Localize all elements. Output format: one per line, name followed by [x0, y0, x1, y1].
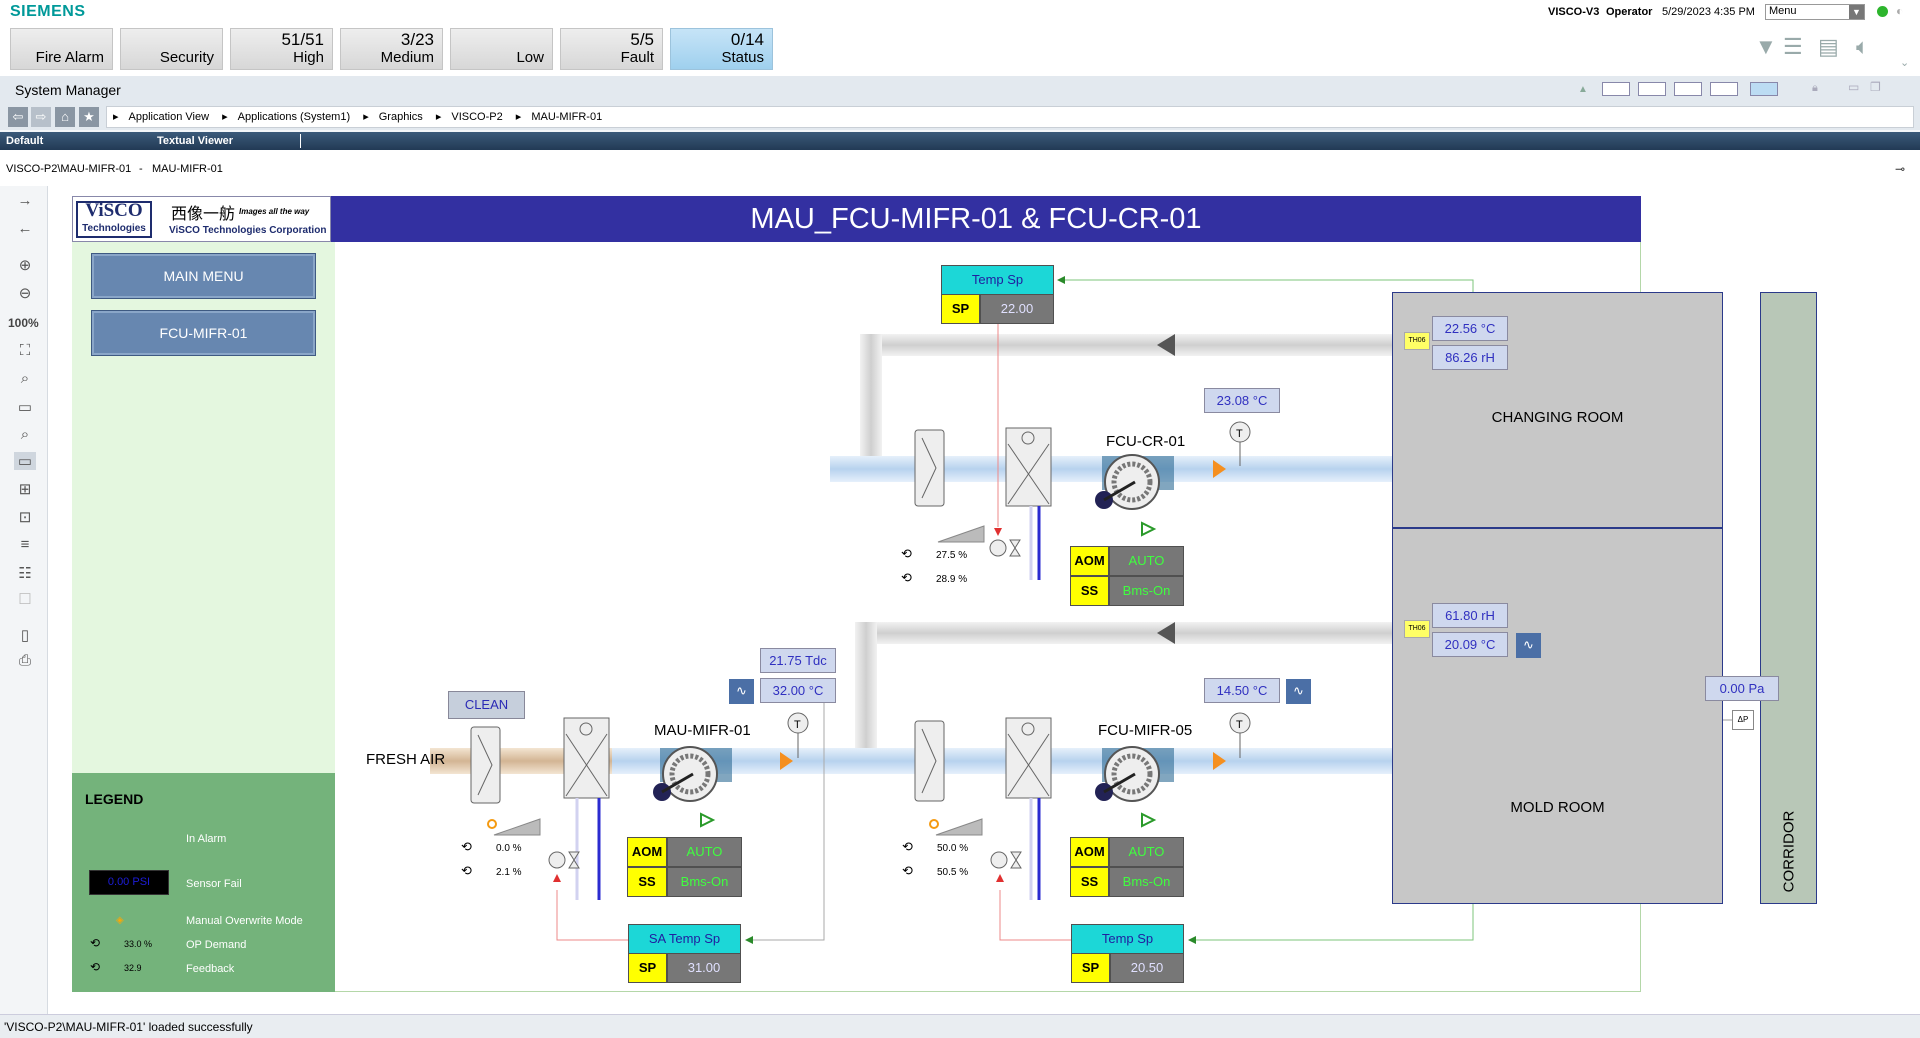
th-sensor-changing[interactable]: TH06: [1404, 332, 1430, 350]
status-bar: 'VISCO-P2\MAU-MIFR-01' loaded successful…: [0, 1014, 1920, 1038]
mau-setpoint-value[interactable]: 31.00: [667, 953, 741, 983]
aom-label: AOM: [1070, 837, 1109, 867]
coil-icon: [563, 717, 610, 799]
valve-icon: [989, 539, 1021, 557]
signal-arrow-icon: [745, 936, 753, 944]
fan-icon: [1095, 746, 1174, 802]
svg-text:T: T: [1236, 428, 1243, 440]
mau-supply-temp[interactable]: 32.00 °C: [760, 678, 836, 703]
differential-pressure-sensor-icon[interactable]: ΔP: [1732, 710, 1754, 730]
fcu-cr-01-label: FCU-CR-01: [1106, 433, 1186, 450]
fcu-cr-setpoint-label: Temp Sp: [941, 265, 1054, 295]
valve-icon: [548, 851, 580, 869]
signal-arrow-icon: [994, 528, 1002, 536]
fcu-mifr-ss-value[interactable]: Bms-On: [1109, 867, 1184, 897]
manual-override-icon: [487, 819, 497, 829]
svg-text:T: T: [794, 719, 801, 731]
valve-position-ramp-icon: [937, 525, 985, 543]
signal-arrow-icon: [1188, 936, 1196, 944]
clean-status[interactable]: CLEAN: [448, 691, 525, 719]
changing-room-temp[interactable]: 22.56 °C: [1432, 316, 1508, 341]
changing-room-humidity[interactable]: 86.26 rH: [1432, 345, 1508, 370]
feedback-icon: ⟲: [902, 863, 913, 878]
fan-icon: [1095, 454, 1174, 510]
trend-icon[interactable]: ∿: [1516, 633, 1541, 658]
fan-icon: [653, 746, 732, 802]
run-indicator-icon: [700, 812, 716, 828]
fcu-mifr-05-label: FCU-MIFR-05: [1098, 722, 1193, 739]
feedback-icon: ⟲: [901, 570, 912, 585]
fresh-air-label: FRESH AIR: [366, 751, 446, 768]
run-indicator-icon: [1141, 521, 1157, 537]
coil-icon: [1005, 717, 1052, 799]
fcu-cr-ss-value[interactable]: Bms-On: [1109, 576, 1184, 606]
fcu-cr-valve-op[interactable]: 27.5 %: [936, 550, 967, 561]
op-demand-icon: ⟲: [461, 839, 472, 854]
filter-icon: [914, 720, 945, 802]
run-indicator-icon: [1141, 812, 1157, 828]
mau-mifr-01-label: MAU-MIFR-01: [654, 722, 751, 739]
aom-label: AOM: [1070, 546, 1109, 576]
mau-ss-value[interactable]: Bms-On: [667, 867, 742, 897]
op-demand-icon: ⟲: [901, 546, 912, 561]
fcu-mifr-valve-fb[interactable]: 50.5 %: [937, 867, 968, 878]
corridor-label: CORRIDOR: [1780, 810, 1798, 893]
valve-icon: [990, 851, 1022, 869]
manual-override-icon: [929, 819, 939, 829]
trend-icon[interactable]: ∿: [1286, 679, 1311, 704]
signal-arrow-icon: [553, 874, 561, 882]
fcu-mifr-aom-value[interactable]: AUTO: [1109, 837, 1184, 867]
mold-room-label: MOLD ROOM: [1510, 799, 1605, 816]
mold-room-temp[interactable]: 20.09 °C: [1432, 632, 1508, 657]
changing-room-label: CHANGING ROOM: [1491, 409, 1624, 426]
corridor-pressure[interactable]: 0.00 Pa: [1705, 676, 1779, 701]
mau-dewpoint[interactable]: 21.75 Tdc: [760, 648, 836, 673]
feedback-icon: ⟲: [461, 863, 472, 878]
fcu-mifr-valve-op[interactable]: 50.0 %: [937, 843, 968, 854]
mau-valve-op[interactable]: 0.0 %: [496, 843, 522, 854]
th-sensor-mold[interactable]: TH06: [1404, 620, 1430, 638]
mau-setpoint-label: SA Temp Sp: [628, 924, 741, 954]
coil-icon: [1005, 427, 1052, 507]
filter-icon: [470, 726, 501, 804]
corridor[interactable]: CORRIDOR: [1760, 292, 1817, 904]
sp-label: SP: [1071, 953, 1110, 983]
ss-label: SS: [1070, 576, 1109, 606]
mold-room[interactable]: MOLD ROOM: [1392, 528, 1723, 904]
op-demand-icon: ⟲: [902, 839, 913, 854]
signal-arrow-icon: [996, 874, 1004, 882]
sp-label: SP: [941, 294, 980, 324]
valve-position-ramp-icon: [935, 818, 983, 836]
fcu-mifr-setpoint-label: Temp Sp: [1071, 924, 1184, 954]
fcu-cr-supply-temp[interactable]: 23.08 °C: [1204, 388, 1280, 413]
mau-aom-value[interactable]: AUTO: [667, 837, 742, 867]
fcu-cr-valve-fb[interactable]: 28.9 %: [936, 574, 967, 585]
filter-icon: [914, 429, 945, 507]
mau-valve-fb[interactable]: 2.1 %: [496, 867, 522, 878]
fcu-mifr-supply-temp[interactable]: 14.50 °C: [1204, 678, 1280, 703]
signal-arrow-icon: [1057, 276, 1065, 284]
ss-label: SS: [627, 867, 667, 897]
trend-icon[interactable]: ∿: [729, 679, 754, 704]
svg-text:T: T: [1236, 719, 1243, 731]
fcu-cr-aom-value[interactable]: AUTO: [1109, 546, 1184, 576]
sp-label: SP: [628, 953, 667, 983]
fcu-cr-setpoint-value[interactable]: 22.00: [980, 294, 1054, 324]
fcu-mifr-setpoint-value[interactable]: 20.50: [1110, 953, 1184, 983]
ss-label: SS: [1070, 867, 1109, 897]
aom-label: AOM: [627, 837, 667, 867]
valve-position-ramp-icon: [493, 818, 541, 836]
mold-room-humidity[interactable]: 61.80 rH: [1432, 603, 1508, 628]
